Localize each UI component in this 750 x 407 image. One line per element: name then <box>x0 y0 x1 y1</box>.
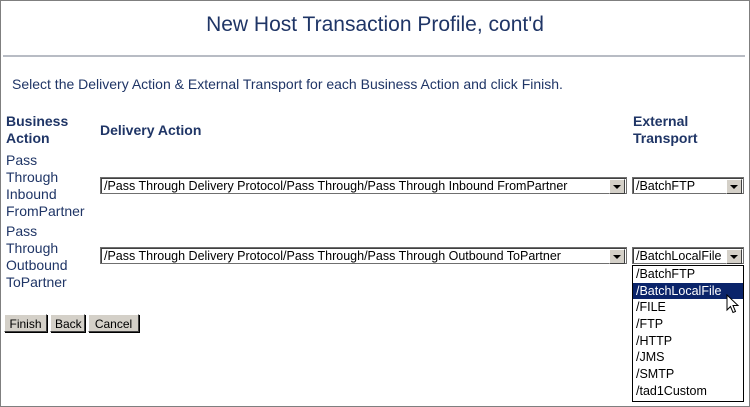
delivery-action-value: /Pass Through Delivery Protocol/Pass Thr… <box>104 179 568 193</box>
business-action-outbound: Pass Through Outbound ToPartner <box>6 223 68 291</box>
header-delivery-action: Delivery Action <box>100 122 202 138</box>
business-action-line: Inbound <box>6 186 57 202</box>
back-button[interactable]: Back <box>50 314 85 332</box>
chevron-down-icon[interactable] <box>609 249 625 264</box>
dropdown-option-tad1custom[interactable]: /tad1Custom <box>633 383 743 400</box>
header-business-action-line1: Business <box>6 113 69 129</box>
external-transport-value: /BatchLocalFile <box>636 249 722 263</box>
dropdown-option-http[interactable]: /HTTP <box>633 333 743 350</box>
delivery-action-value: /Pass Through Delivery Protocol/Pass Thr… <box>104 249 561 263</box>
delivery-action-select-outbound[interactable]: /Pass Through Delivery Protocol/Pass Thr… <box>100 247 627 264</box>
business-action-line: Pass <box>6 223 38 239</box>
header-business-action-line2: Action <box>6 130 50 146</box>
external-transport-value: /BatchFTP <box>636 179 696 193</box>
external-transport-select-inbound[interactable]: /BatchFTP <box>632 177 744 194</box>
header-external-transport-line2: Transport <box>633 130 698 146</box>
business-action-inbound: Pass Through Inbound FromPartner <box>6 152 85 220</box>
cancel-button[interactable]: Cancel <box>88 314 139 332</box>
header-business-action: Business Action <box>6 113 68 147</box>
chevron-down-icon[interactable] <box>609 179 625 194</box>
chevron-down-icon[interactable] <box>726 249 742 264</box>
dropdown-option-ftp[interactable]: /FTP <box>633 316 743 333</box>
page-frame: New Host Transaction Profile, cont'd Sel… <box>0 0 750 407</box>
arrow-cursor-icon <box>726 294 740 314</box>
page-title: New Host Transaction Profile, cont'd <box>206 13 544 36</box>
business-action-line: ToPartner <box>6 274 67 290</box>
chevron-down-icon[interactable] <box>726 179 742 194</box>
business-action-line: FromPartner <box>6 203 85 219</box>
header-external-transport-line1: External <box>633 113 689 129</box>
business-action-line: Through <box>6 240 59 256</box>
header-external-transport: External Transport <box>633 113 698 147</box>
finish-button[interactable]: Finish <box>4 314 47 332</box>
delivery-action-select-inbound[interactable]: /Pass Through Delivery Protocol/Pass Thr… <box>100 177 627 194</box>
business-action-line: Through <box>6 169 59 185</box>
dropdown-option-jms[interactable]: /JMS <box>633 349 743 366</box>
external-transport-select-outbound[interactable]: /BatchLocalFile <box>632 247 744 264</box>
dropdown-option-smtp[interactable]: /SMTP <box>633 366 743 383</box>
instructions-text: Select the Delivery Action & External Tr… <box>12 76 563 92</box>
dropdown-option-batchftp[interactable]: /BatchFTP <box>633 266 743 283</box>
title-divider <box>3 55 745 57</box>
external-transport-dropdown-list[interactable]: /BatchFTP /BatchLocalFile /FILE /FTP /HT… <box>632 265 744 402</box>
business-action-line: Pass <box>6 152 38 168</box>
business-action-line: Outbound <box>6 257 68 273</box>
